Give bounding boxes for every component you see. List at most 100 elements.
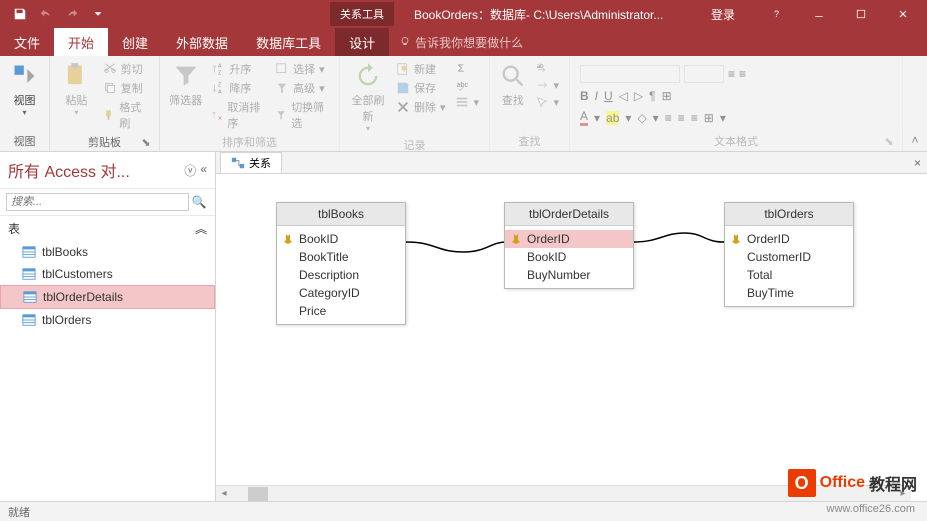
nav-item-orders[interactable]: tblOrders: [0, 309, 215, 331]
table-header: tblOrders: [725, 203, 853, 226]
paste-button[interactable]: 粘贴 ▾: [56, 60, 97, 119]
qat-dropdown-icon[interactable]: [86, 2, 110, 26]
maximize-icon[interactable]: [841, 0, 881, 28]
search-input[interactable]: [6, 193, 189, 211]
saverec-button[interactable]: 保存: [392, 79, 450, 97]
nav-dropdown-icon[interactable]: ⓥ: [184, 162, 196, 179]
svg-text:A: A: [218, 89, 222, 95]
grid-icon[interactable]: ⊞: [662, 89, 672, 103]
svg-text:Σ: Σ: [458, 63, 465, 75]
field-booktitle[interactable]: BookTitle: [277, 248, 405, 266]
tab-design[interactable]: 设计: [335, 28, 389, 56]
table-books[interactable]: tblBooks BookID BookTitle Description Ca…: [276, 202, 406, 325]
field-orderid[interactable]: OrderID: [725, 230, 853, 248]
view-button[interactable]: 视图 ▾: [6, 60, 43, 119]
underline-button[interactable]: U: [604, 89, 613, 103]
nav-item-orderdetails[interactable]: tblOrderDetails: [0, 285, 215, 309]
select-button[interactable]: ▾: [531, 94, 563, 110]
table-icon: [23, 290, 37, 304]
tab-dbtools[interactable]: 数据库工具: [242, 28, 335, 56]
filter-button[interactable]: 筛选器: [166, 60, 205, 110]
section-collapse-icon[interactable]: ︽: [195, 220, 207, 237]
sheet-icon[interactable]: ⊞: [704, 111, 714, 125]
doc-close-icon[interactable]: ×: [914, 156, 921, 170]
new-button[interactable]: ✱新建: [392, 60, 450, 78]
selection-button[interactable]: 选择 ▾: [271, 60, 333, 78]
contextual-tab-title: 关系工具: [330, 2, 394, 26]
undo-icon[interactable]: [34, 2, 58, 26]
bold-button[interactable]: B: [580, 89, 589, 103]
svg-text:A: A: [218, 63, 222, 69]
tab-home[interactable]: 开始: [54, 28, 108, 56]
collapse-ribbon-icon[interactable]: ˄: [903, 56, 927, 151]
advanced-button[interactable]: 高级 ▾: [271, 79, 333, 97]
align-left-icon[interactable]: ≡: [665, 111, 672, 125]
font-color-icon[interactable]: A: [580, 109, 588, 126]
redo-icon[interactable]: [60, 2, 84, 26]
field-bookid[interactable]: BookID: [277, 230, 405, 248]
window-title: BookOrders：数据库- C:\Users\Administrator..…: [394, 6, 711, 23]
copy-button[interactable]: 复制: [99, 79, 153, 97]
svg-text:Z: Z: [218, 70, 222, 76]
tab-create[interactable]: 创建: [108, 28, 162, 56]
spell-button[interactable]: abc: [451, 77, 483, 93]
search-icon[interactable]: 🔍: [189, 195, 209, 209]
tab-external[interactable]: 外部数据: [162, 28, 242, 56]
close-icon[interactable]: [883, 0, 923, 28]
goto-button[interactable]: ▾: [531, 77, 563, 93]
tell-me-search[interactable]: 告诉我你想要做什么: [389, 28, 523, 56]
field-bookid[interactable]: BookID: [505, 248, 633, 266]
italic-button[interactable]: I: [595, 89, 598, 103]
textfmt-launcher-icon[interactable]: ⬊: [882, 135, 896, 149]
cut-button[interactable]: 剪切: [99, 60, 153, 78]
field-categoryid[interactable]: CategoryID: [277, 284, 405, 302]
group-clipboard: 剪贴板⬊: [56, 132, 153, 150]
painter-button[interactable]: 格式刷: [99, 98, 153, 132]
list-icon[interactable]: ≡: [728, 67, 735, 81]
field-orderid[interactable]: OrderID: [505, 230, 633, 248]
indent-right-icon[interactable]: ▷: [634, 89, 643, 103]
table-header: tblBooks: [277, 203, 405, 226]
delete-button[interactable]: 删除 ▾: [392, 98, 450, 116]
align-center-icon[interactable]: ≡: [678, 111, 685, 125]
nav-item-customers[interactable]: tblCustomers: [0, 263, 215, 285]
table-icon: [22, 313, 36, 327]
nav-item-books[interactable]: tblBooks: [0, 241, 215, 263]
nav-title: 所有 Access 对...: [8, 158, 130, 182]
clearsort-button[interactable]: 取消排序: [207, 98, 269, 132]
scroll-left-icon[interactable]: ◂: [216, 486, 232, 502]
fill-icon[interactable]: ◇: [637, 111, 646, 125]
minimize-icon[interactable]: [799, 0, 839, 28]
help-icon[interactable]: ?: [757, 0, 797, 28]
refresh-button[interactable]: 全部刷新 ▾: [346, 60, 390, 135]
align-right-icon[interactable]: ≡: [691, 111, 698, 125]
field-buytime[interactable]: BuyTime: [725, 284, 853, 302]
group-view: 视图: [6, 131, 43, 149]
doc-tab-relationships[interactable]: 关系: [220, 152, 282, 173]
desc-button[interactable]: ZA降序: [207, 79, 269, 97]
tab-file[interactable]: 文件: [0, 28, 54, 56]
more-button[interactable]: ▾: [451, 94, 483, 110]
replace-button[interactable]: ab: [531, 60, 563, 76]
field-buynumber[interactable]: BuyNumber: [505, 266, 633, 284]
rtl-icon[interactable]: ¶: [649, 89, 655, 103]
login-link[interactable]: 登录: [711, 6, 735, 23]
sum-button[interactable]: Σ: [451, 60, 483, 76]
indent-left-icon[interactable]: ◁: [619, 89, 628, 103]
clipboard-launcher-icon[interactable]: ⬊: [139, 136, 153, 150]
table-orderdetails[interactable]: tblOrderDetails OrderID BookID BuyNumber: [504, 202, 634, 289]
field-total[interactable]: Total: [725, 266, 853, 284]
save-icon[interactable]: [8, 2, 32, 26]
asc-button[interactable]: AZ升序: [207, 60, 269, 78]
highlight-icon[interactable]: ab: [606, 111, 619, 125]
field-customerid[interactable]: CustomerID: [725, 248, 853, 266]
table-icon: [22, 267, 36, 281]
nav-section-tables[interactable]: 表 ︽: [0, 216, 215, 241]
toggle-button[interactable]: 切换筛选: [271, 98, 333, 132]
find-button[interactable]: 查找: [496, 60, 529, 110]
field-price[interactable]: Price: [277, 302, 405, 320]
field-description[interactable]: Description: [277, 266, 405, 284]
numlist-icon[interactable]: ≡: [739, 67, 746, 81]
nav-collapse-icon[interactable]: «: [200, 162, 207, 179]
table-orders[interactable]: tblOrders OrderID CustomerID Total BuyTi…: [724, 202, 854, 307]
